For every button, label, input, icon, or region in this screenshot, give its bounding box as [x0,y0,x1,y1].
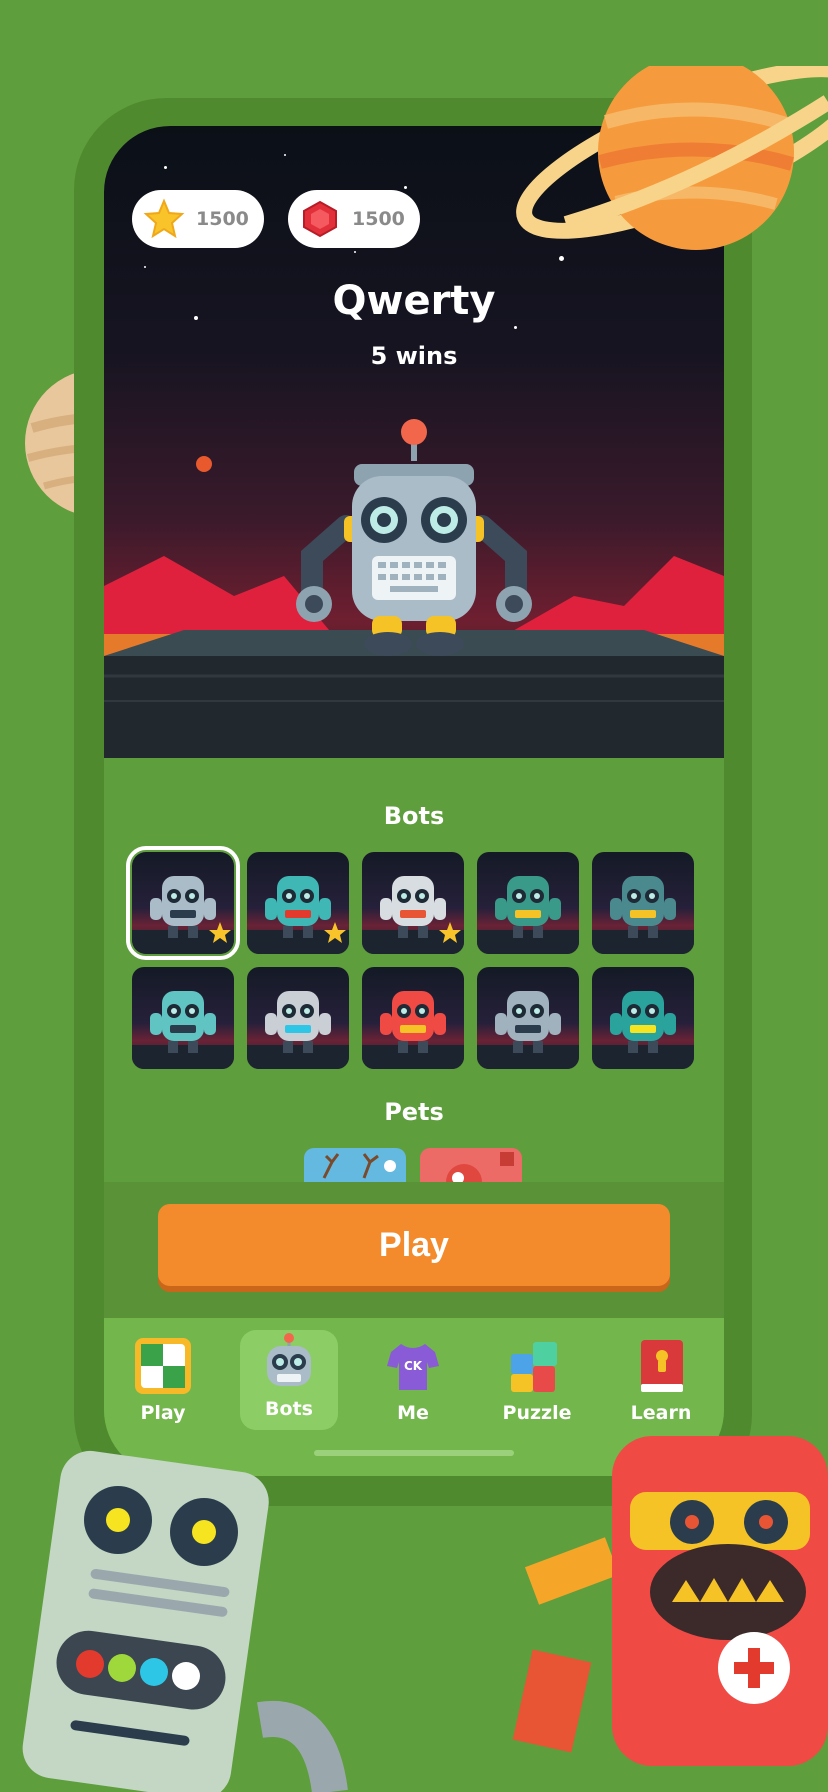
tab-puzzle[interactable]: Puzzle [488,1330,586,1430]
bot-thumbnail-image [592,876,694,954]
bots-section-title: Bots [383,802,445,830]
bot-tile[interactable] [362,852,464,954]
bot-thumbnail-image [132,876,234,954]
bot-tile[interactable] [247,852,349,954]
bot-grid [126,846,698,1072]
bot-tile[interactable] [126,846,240,960]
coins-value: 1500 [196,208,249,230]
puzzle-icon [511,1342,557,1392]
gems-value: 1500 [352,208,405,230]
tab-label: Me [397,1402,429,1424]
bot-wins: 5 wins [370,342,458,370]
bot-thumbnail-image [592,991,694,1069]
chessboard-icon [135,1338,191,1394]
bot-tile[interactable] [477,852,579,954]
robot-mascot-left-decoration [22,1450,348,1792]
bot-thumbnail-image [362,991,464,1069]
bot-thumbnail-image [247,876,349,954]
bot-thumbnail-image [477,876,579,954]
pets-section-title: Pets [384,1098,444,1126]
tab-label: Bots [265,1398,313,1420]
tab-me[interactable]: CK Me [364,1330,462,1430]
bot-tile[interactable] [592,967,694,1069]
book-icon [641,1340,683,1392]
tshirt-icon: CK [387,1344,439,1390]
tab-play[interactable]: Play [114,1330,212,1430]
bot-tile[interactable] [477,967,579,1069]
bot-name: Qwerty [332,278,496,324]
star-coin-icon [143,198,185,239]
coins-pill[interactable]: 1500 [132,190,264,248]
bot-thumbnail-image [132,991,234,1069]
tab-label: Learn [630,1402,692,1424]
tab-label: Puzzle [502,1402,572,1424]
tab-bots[interactable]: Bots [240,1330,338,1430]
play-button[interactable]: Play [158,1204,670,1286]
svg-text:CK: CK [404,1359,423,1373]
saturn-decoration [516,66,828,250]
ruby-gem-icon [303,200,337,238]
tab-learn[interactable]: Learn [612,1330,710,1430]
robot-icon [267,1333,311,1386]
robot-character-image [296,419,532,656]
app-screen: 1500 1500 Qwerty 5 wins Bots Pets Play P… [104,126,724,1476]
bot-tile[interactable] [592,852,694,954]
bot-tile[interactable] [132,967,234,1069]
tab-label: Play [140,1402,186,1424]
bot-thumbnail-image [247,991,349,1069]
bot-tile[interactable] [247,967,349,1069]
bot-tile[interactable] [362,967,464,1069]
robot-mascot-right-decoration [512,1436,828,1766]
bot-thumbnail-image [477,991,579,1069]
gems-pill[interactable]: 1500 [288,190,420,248]
bot-thumbnail-image [362,876,464,954]
